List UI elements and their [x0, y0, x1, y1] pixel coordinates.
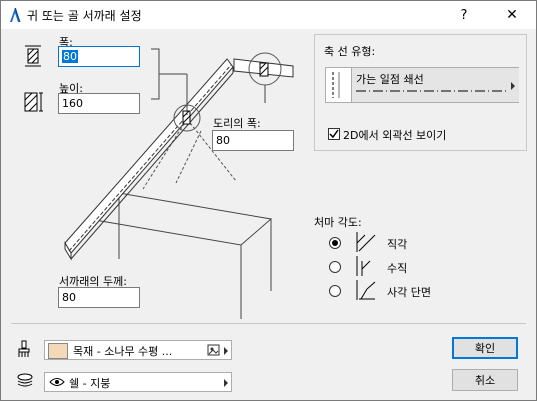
footer-separator [11, 323, 526, 324]
line-type-name: 가는 일점 쇄선 [356, 73, 424, 86]
eave-angle-vertical-radio[interactable] [329, 261, 341, 273]
help-button[interactable]: ? [441, 1, 487, 29]
cancel-button[interactable]: 취소 [452, 369, 518, 391]
layer-dropdown[interactable]: 쉘 - 지붕 [44, 372, 232, 392]
image-icon [207, 344, 220, 356]
material-swatch [48, 343, 68, 359]
thickness-input[interactable]: 80 [58, 287, 140, 308]
rafter-settings-dialog: 귀 또는 골 서까래 설정 ? ✕ 폭: 80 높이: 160 도리의 폭: 8… [0, 0, 537, 401]
eave-angle-vertical-label: 수직 [387, 262, 408, 275]
layers-icon [17, 373, 33, 387]
paint-brush-icon [18, 340, 30, 357]
eave-angle-square-label: 직각 [387, 238, 408, 251]
close-button[interactable]: ✕ [489, 1, 535, 29]
eave-angle-label: 처마 각도: [314, 216, 362, 229]
ok-button[interactable]: 확인 [452, 337, 518, 359]
line-type-selector[interactable]: 가는 일점 쇄선 [325, 67, 519, 103]
show-outline-2d-checkbox[interactable] [328, 128, 340, 140]
eye-icon [49, 378, 65, 386]
material-name: 목재 - 소나무 수평 ... [73, 345, 173, 358]
ridge-width-input[interactable]: 80 [212, 130, 294, 151]
checkmark-icon [329, 129, 339, 139]
line-type-preview-icon [332, 72, 340, 98]
axis-line-label: 축 선 유형: [324, 45, 376, 58]
rafter-illustration [64, 48, 294, 319]
layer-name: 쉘 - 지붕 [69, 377, 111, 390]
line-type-sample [356, 90, 506, 92]
line-type-arrow-icon [511, 82, 515, 90]
eave-angle-square-radio[interactable] [329, 237, 341, 249]
angled-cut-icon [356, 280, 376, 300]
material-dropdown[interactable]: 목재 - 소나무 수평 ... [44, 340, 232, 360]
show-outline-2d-label: 2D에서 외곽선 보이기 [343, 129, 447, 142]
layer-arrow-icon [224, 379, 228, 387]
eave-angle-angled-label: 사각 단면 [387, 286, 431, 299]
axis-line-group: 축 선 유형: 가는 일점 쇄선 2D에서 외곽선 보이기 [314, 34, 527, 151]
material-arrow-icon [224, 347, 228, 355]
square-cut-icon [356, 232, 376, 252]
ridge-width-label: 도리의 폭: [213, 117, 261, 130]
eave-angle-angled-radio[interactable] [329, 285, 341, 297]
vertical-cut-icon [356, 256, 371, 276]
